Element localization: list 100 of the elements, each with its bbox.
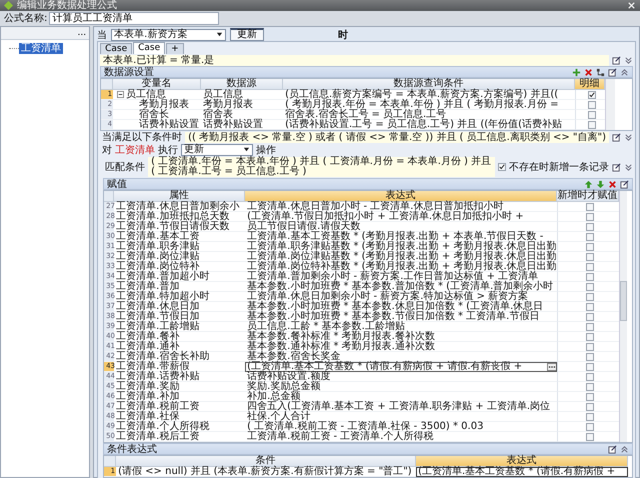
more-icon[interactable]	[547, 362, 558, 370]
table-cell: 四舍五入(工资清单.基本工资 + 工资清单.职务津贴 + 工资清单.岗位	[245, 402, 558, 412]
expand-icon[interactable]	[624, 162, 633, 172]
column-header: 条件	[116, 456, 416, 467]
section-title: 赋值	[107, 178, 128, 190]
collapse-icon[interactable]	[620, 68, 629, 76]
table-cell: 宿舍表.宿舍长工号 = 员工信息.工号	[283, 110, 576, 120]
table-cell: 工资清单.普加	[114, 282, 246, 292]
column-header: 属性	[114, 191, 246, 202]
table-cell: 工资清单.带薪假	[114, 362, 246, 372]
checkbox[interactable]	[586, 412, 594, 420]
close-icon[interactable]	[627, 1, 636, 10]
tree-item[interactable]: 工资清单	[19, 43, 63, 54]
checkbox[interactable]	[586, 242, 594, 250]
collapse-toggle-icon[interactable]	[117, 91, 124, 98]
table-cell: 基本参数.小时加班费 * 基本参数.休息日加倍数 * (工资清单.休息日	[245, 302, 558, 312]
checkbox[interactable]	[588, 90, 596, 98]
edit-icon[interactable]	[612, 162, 621, 172]
mode-dropdown[interactable]: 更新	[181, 144, 254, 156]
caret-icon	[243, 146, 250, 153]
column-header: 表达式	[245, 191, 558, 202]
table-cell: 宿舍表	[201, 110, 284, 120]
checkbox[interactable]	[588, 120, 596, 128]
checkbox[interactable]	[586, 432, 594, 440]
more-button[interactable]: ...	[74, 27, 90, 39]
table-cell: 工资清单.休息日普加小时 - 工资清单.休息日普加抵扣小时	[245, 202, 558, 212]
condition-field[interactable]: (( 考勤月报表 <> 常量.空 ) 或者 ( 请假 <> 常量.空 )) 并且 ( 员工信息.离职类别 <> "自离")	[185, 132, 609, 142]
checkbox[interactable]	[586, 202, 594, 210]
table-cell: ( 工资清单.税前工资 - 工资清单.社保 - 3500) * 0.03	[245, 422, 558, 432]
field-label: 公式名称:	[4, 12, 48, 25]
checkbox[interactable]	[586, 252, 594, 260]
expand-icon[interactable]	[624, 132, 633, 142]
checkbox[interactable]	[586, 382, 594, 390]
column-header: 变量名	[113, 79, 202, 90]
checkbox[interactable]	[586, 342, 594, 350]
table-cell: 工资清单.节假日请假天数	[114, 222, 246, 232]
table-cell: 话费补贴设置.额度	[245, 372, 558, 382]
edit-icon[interactable]	[612, 132, 621, 142]
tree-icon[interactable]	[596, 68, 605, 76]
operation-label: 对	[102, 144, 112, 156]
checkbox[interactable]	[586, 362, 594, 370]
up-arrow-icon[interactable]	[584, 180, 593, 188]
checkbox[interactable]	[586, 262, 594, 270]
edit-icon[interactable]	[608, 68, 617, 76]
checkbox[interactable]	[586, 232, 594, 240]
table-cell: 工资清单.个人所得税	[114, 422, 246, 432]
checkbox[interactable]	[588, 110, 596, 118]
checkbox[interactable]	[586, 272, 594, 280]
checkbox[interactable]	[586, 372, 594, 380]
checkbox[interactable]	[586, 352, 594, 360]
match-label: 匹配条件	[104, 161, 146, 174]
table-cell: (工资清单.节假日加抵扣小时 + 工资清单.休息日加抵扣小时 +	[245, 212, 558, 222]
checkbox[interactable]	[586, 312, 594, 320]
table-corner	[104, 191, 114, 202]
scrollbar[interactable]	[605, 79, 616, 130]
delete-icon[interactable]	[608, 180, 617, 188]
table-cell: 工资清单.通补	[114, 342, 246, 352]
table-cell: 奖励.奖励总金额	[245, 382, 558, 392]
checkbox[interactable]	[586, 322, 594, 330]
edit-icon[interactable]	[620, 180, 629, 188]
scrollbar[interactable]	[619, 191, 628, 442]
case-condition[interactable]: 本表单.已计算 = 常量.是	[100, 54, 609, 66]
field-dropdown[interactable]: 本表单.薪资方案	[111, 28, 226, 40]
match-field[interactable]: ( 工资清单.年份 = 本表单.年份 ) 并且 ( 工资清单.月份 = 本表单.月份 ) 并且 ( 工资清单.工号 = 员工信息.工号 )	[148, 157, 495, 177]
table-cell: 基本参数.小时加班费 * 基本参数.普加倍数 * (工资清单.普加剩余小时	[245, 282, 558, 292]
column-header: 新增时才赋值	[557, 191, 620, 202]
edit-icon[interactable]	[612, 56, 621, 64]
checkbox[interactable]	[586, 422, 594, 430]
action-button[interactable]: 更新	[230, 28, 264, 41]
checkbox[interactable]	[586, 332, 594, 340]
table-cell: 工资清单.宿舍长补助	[114, 352, 246, 362]
checkbox[interactable]	[588, 100, 596, 108]
checkbox[interactable]	[586, 302, 594, 310]
checkbox[interactable]	[586, 402, 594, 410]
table-cell: 工资清单.岗位特补	[114, 262, 246, 272]
checkbox[interactable]	[586, 392, 594, 400]
case-tab[interactable]: Case	[133, 42, 166, 54]
column-header: 表达式	[416, 456, 628, 467]
delete-icon[interactable]	[584, 68, 593, 76]
table-cell: 工资清单.基本工资基数 * (考勤月报表.出勤 + 本表单.节假日天数 -	[245, 232, 558, 242]
checkbox[interactable]	[586, 212, 594, 220]
window-title: 编辑业务数据处理公式	[17, 0, 117, 11]
checkbox[interactable]	[586, 292, 594, 300]
name-field[interactable]: 计算员工工资清单	[49, 12, 220, 24]
checkbox[interactable]	[498, 163, 506, 171]
table-cell: 考勤月报表	[139, 100, 190, 109]
collapse-icon[interactable]	[620, 444, 629, 454]
checkbox[interactable]	[586, 282, 594, 290]
table-cell: 基本参数.餐补标准 * 考勤月报表.餐补次数	[245, 332, 558, 342]
table-cell: 工资清单.岗位津贴	[114, 252, 246, 262]
add-icon[interactable]	[572, 68, 581, 76]
down-arrow-icon[interactable]	[596, 180, 605, 188]
case-tab[interactable]: +	[166, 43, 184, 54]
case-tab[interactable]: Case	[100, 43, 132, 54]
section-title: 条件表达式	[107, 444, 158, 454]
table-cell: 工资清单.加班抵扣总天数	[114, 212, 246, 222]
table-cell: 工资清单.税前工资 - 工资清单.个人所得税	[245, 432, 558, 442]
expand-icon[interactable]	[624, 56, 633, 64]
checkbox[interactable]	[586, 222, 594, 230]
edit-icon[interactable]	[608, 444, 617, 454]
